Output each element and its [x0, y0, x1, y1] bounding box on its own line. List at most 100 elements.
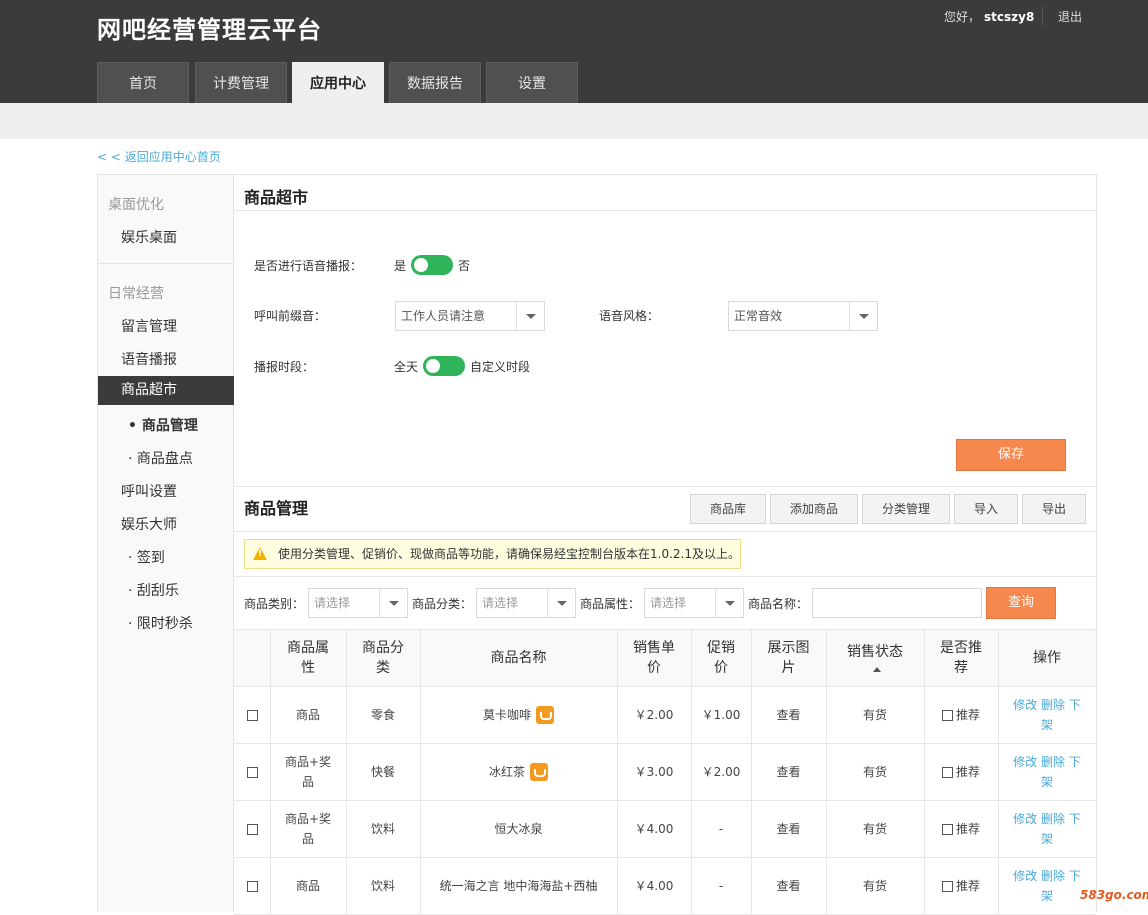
sidebar-item-call-settings[interactable]: 呼叫设置: [98, 481, 234, 501]
sidebar-item-entertainment-desktop[interactable]: 娱乐桌面: [98, 227, 234, 247]
sidebar-subitem-checkin[interactable]: · 签到: [98, 547, 234, 567]
back-to-app-center-link[interactable]: < < 返回应用中心首页: [97, 148, 221, 165]
row-checkbox[interactable]: [246, 709, 258, 721]
sidebar-subitem-scratch[interactable]: · 刮刮乐: [98, 580, 234, 600]
sidebar-subitem-flash-sale[interactable]: · 限时秒杀: [98, 613, 234, 633]
version-notice: 使用分类管理、促销价、现做商品等功能，请确保易经宝控制台版本在1.0.2.1及以…: [244, 539, 741, 569]
cell-status: 有货: [826, 801, 924, 857]
section-title-goods: 商品管理: [244, 499, 309, 518]
query-button[interactable]: 查询: [986, 587, 1056, 619]
sidebar-subitem-inventory[interactable]: · 商品盘点: [98, 448, 234, 468]
chevron-down-icon: [715, 589, 743, 617]
header-name: 商品名称: [490, 650, 547, 666]
cell-img-text[interactable]: 查看: [776, 876, 800, 896]
table-row: 商品 饮料 统一海之言 地中海海盐+西柚 ￥4.00 - 查看 有货 推荐 修改 删除 下 架: [234, 858, 1096, 915]
section-divider: [234, 486, 1096, 487]
col-divider: [691, 629, 692, 913]
col-divider: [924, 629, 925, 913]
cell-name: 冰红茶: [420, 744, 617, 800]
tab-app-center[interactable]: 应用中心: [292, 62, 384, 103]
cell-promo-text: -: [718, 879, 724, 893]
filter-category-select[interactable]: 请选择: [308, 588, 408, 618]
row-checkbox[interactable]: [246, 880, 258, 892]
add-goods-button[interactable]: 添加商品: [770, 494, 858, 524]
table-row: 商品+奖 品 饮料 恒大冰泉 ￥4.00 - 查看 有货 推荐 修改 删除 下 架: [234, 801, 1096, 858]
import-button[interactable]: 导入: [954, 494, 1018, 524]
filter-category-label: 商品类别：: [244, 597, 305, 611]
cell-rec: 推荐: [924, 801, 998, 857]
row-actions-links[interactable]: 修改 删除 下 架: [1013, 809, 1081, 849]
cell-attr-text: 商品: [295, 879, 320, 893]
goods-library-button[interactable]: 商品库: [690, 494, 766, 524]
section-title-supermarket: 商品超市: [244, 188, 309, 207]
col-divider: [617, 629, 618, 913]
sidebar-divider: [98, 263, 234, 264]
cell-rec-text: 推荐: [955, 879, 980, 893]
tab-settings[interactable]: 设置: [486, 62, 578, 103]
save-button[interactable]: 保存: [956, 439, 1066, 471]
header-class: 商品分 类: [362, 640, 404, 676]
period-toggle[interactable]: [423, 356, 465, 376]
tab-home[interactable]: 首页: [97, 62, 189, 103]
category-manage-button[interactable]: 分类管理: [862, 494, 950, 524]
all-day-label: 全天: [394, 360, 419, 374]
cell-status: 有货: [826, 687, 924, 743]
title-divider: [234, 210, 1096, 211]
tab-billing[interactable]: 计费管理: [195, 62, 287, 103]
sidebar-item-entertainment-master[interactable]: 娱乐大师: [98, 514, 234, 534]
row-actions-links[interactable]: 修改 删除 下 架: [1013, 695, 1081, 735]
tab-data-report[interactable]: 数据报告: [389, 62, 481, 103]
filter-class-select[interactable]: 请选择: [476, 588, 576, 618]
sub-header-band: [0, 103, 1148, 139]
cell-img-text[interactable]: 查看: [776, 705, 800, 725]
filter-name-label: 商品名称：: [748, 597, 809, 611]
cell-promo: -: [691, 801, 751, 857]
warning-icon: [253, 547, 267, 560]
custom-period-label: 自定义时段: [470, 360, 531, 374]
filter-category-value: 请选择: [314, 596, 351, 610]
col-divider: [270, 629, 271, 913]
filter-attr-select[interactable]: 请选择: [644, 588, 744, 618]
recommend-checkbox[interactable]: [941, 880, 953, 892]
row-select-cell: [234, 801, 270, 857]
cell-price: ￥4.00: [617, 858, 691, 914]
cell-attr: 商品: [270, 687, 346, 743]
cell-status: 有货: [826, 744, 924, 800]
cell-img-text[interactable]: 查看: [776, 819, 800, 839]
cell-attr: 商品+奖 品: [270, 744, 346, 800]
recommend-checkbox[interactable]: [941, 709, 953, 721]
logout-link[interactable]: 退出: [1058, 8, 1082, 25]
cell-rec-text: 推荐: [955, 765, 980, 779]
cell-price: ￥4.00: [617, 801, 691, 857]
header-select-col: [234, 630, 270, 686]
voice-no-label: 否: [458, 259, 471, 273]
row-actions-links[interactable]: 修改 删除 下 架: [1013, 752, 1081, 792]
cell-rec: 推荐: [924, 744, 998, 800]
notice-divider: [234, 576, 1096, 577]
cell-img-text[interactable]: 查看: [776, 762, 800, 782]
sidebar-item-supermarket[interactable]: 商品超市: [98, 376, 234, 405]
voice-style-select-value: 正常音效: [734, 309, 783, 323]
recommend-checkbox[interactable]: [941, 823, 953, 835]
cell-class: 零食: [346, 687, 420, 743]
cell-price-text: ￥2.00: [634, 708, 674, 722]
goods-name-input[interactable]: [812, 588, 982, 618]
export-button[interactable]: 导出: [1022, 494, 1086, 524]
cell-promo: ￥2.00: [691, 744, 751, 800]
cell-img: 查看: [751, 858, 826, 914]
prefix-select[interactable]: 工作人员请注意: [395, 301, 545, 331]
row-actions-links[interactable]: 修改 删除 下 架: [1013, 866, 1081, 906]
row-checkbox[interactable]: [246, 823, 258, 835]
voice-style-select[interactable]: 正常音效: [728, 301, 878, 331]
cell-class: 饮料: [346, 801, 420, 857]
sidebar-subitem-goods-management[interactable]: • 商品管理: [98, 415, 234, 435]
sidebar-item-voice[interactable]: 语音播报: [98, 349, 234, 369]
cell-promo-text: -: [718, 822, 724, 836]
voice-broadcast-toggle[interactable]: [411, 255, 453, 275]
row-checkbox[interactable]: [246, 766, 258, 778]
recommend-checkbox[interactable]: [941, 766, 953, 778]
sidebar-item-messages[interactable]: 留言管理: [98, 316, 234, 336]
prefix-select-value: 工作人员请注意: [401, 309, 486, 323]
cell-status: 有货: [826, 858, 924, 914]
voice-broadcast-label: 是否进行语音播报：: [254, 259, 363, 273]
